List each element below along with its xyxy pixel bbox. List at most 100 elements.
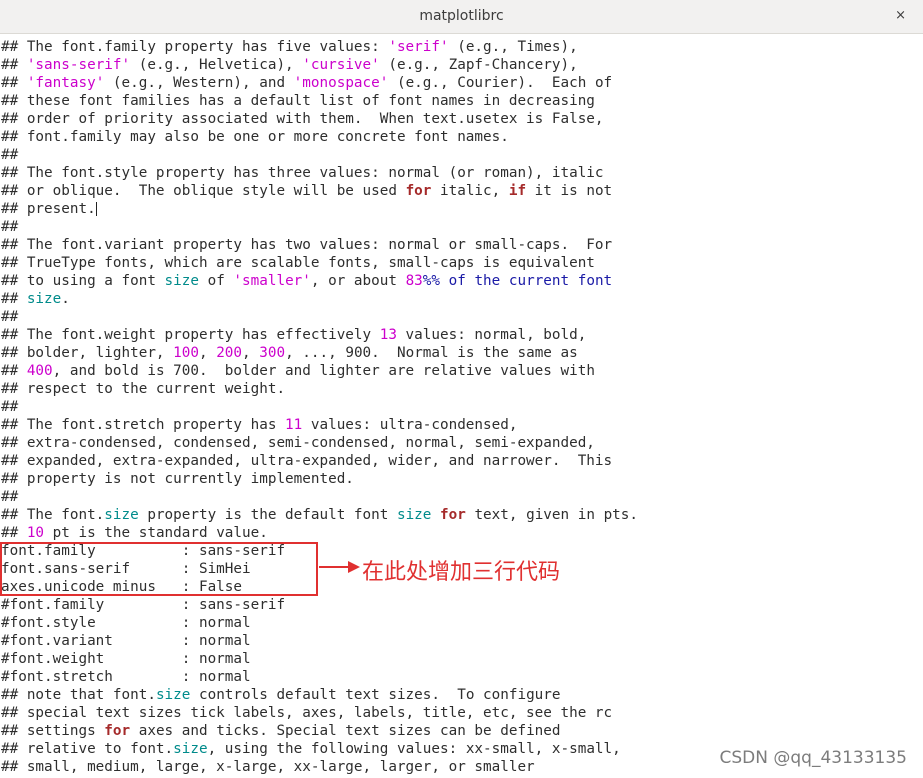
code-token: 83 <box>405 273 423 289</box>
code-token: ## respect to the current weight. <box>1 381 286 397</box>
code-line: #font.family : sans-serif <box>1 596 921 614</box>
code-line: ## The font.family property has five val… <box>1 38 921 56</box>
code-token: ## <box>1 57 27 73</box>
code-line: #font.style : normal <box>1 614 921 632</box>
code-token: (e.g., Times), <box>448 39 578 55</box>
code-token: ## <box>1 399 19 415</box>
code-token: #font.style : normal <box>1 615 251 631</box>
code-line: ## The font.weight property has effectiv… <box>1 326 921 344</box>
code-line: ## <box>1 308 921 326</box>
code-token: (e.g., Western), and <box>104 75 294 91</box>
code-token: #font.stretch : normal <box>1 669 251 685</box>
code-line: ## note that font.size controls default … <box>1 686 921 704</box>
code-token: ## to using a font <box>1 273 165 289</box>
code-token: italic, <box>431 183 509 199</box>
code-line: ## TrueType fonts, which are scalable fo… <box>1 254 921 272</box>
code-line: ## 'fantasy' (e.g., Western), and 'monos… <box>1 74 921 92</box>
code-token: ## <box>1 489 19 505</box>
code-token: %% of the current font <box>422 273 613 289</box>
code-line: ## or oblique. The oblique style will be… <box>1 182 921 200</box>
annotation-text: 在此处增加三行代码 <box>362 560 561 585</box>
code-token: ## or oblique. The oblique style will be… <box>1 183 406 199</box>
code-token: ## expanded, extra-expanded, ultra-expan… <box>1 453 613 469</box>
code-token: , and bold is 700. bolder and lighter ar… <box>52 363 595 379</box>
code-token: ## <box>1 525 27 541</box>
code-line: ## The font.stretch property has 11 valu… <box>1 416 921 434</box>
code-token: 11 <box>285 417 303 433</box>
code-line: ## settings for axes and ticks. Special … <box>1 722 921 740</box>
code-token: axes and ticks. Special text sizes can b… <box>130 723 561 739</box>
code-line: ## font.family may also be one or more c… <box>1 128 921 146</box>
close-icon[interactable]: × <box>895 8 906 23</box>
code-token: of <box>198 273 234 289</box>
code-line: ## extra-condensed, condensed, semi-cond… <box>1 434 921 452</box>
code-token: ## special text sizes tick labels, axes,… <box>1 705 613 721</box>
code-token: 'serif' <box>388 39 449 55</box>
code-token: for <box>440 507 466 523</box>
code-token: ## The font.family property has five val… <box>1 39 389 55</box>
code-token: 200 <box>216 345 243 361</box>
code-token: ## font.family may also be one or more c… <box>1 129 509 145</box>
code-token: property is the default font <box>138 507 397 523</box>
code-token: for <box>405 183 432 199</box>
code-token: ## present. <box>1 201 96 217</box>
code-line: ## The font.style property has three val… <box>1 164 921 182</box>
code-token: values: ultra-condensed, <box>302 417 518 433</box>
code-token: 'monospace' <box>293 75 389 91</box>
code-line: ## order of priority associated with the… <box>1 110 921 128</box>
code-token: ## bolder, lighter, <box>1 345 174 361</box>
code-token: size <box>173 741 208 757</box>
code-token: ## <box>1 75 27 91</box>
code-token: ## order of priority associated with the… <box>1 111 604 127</box>
code-token: size <box>164 273 199 289</box>
watermark: CSDN @qq_43133135 <box>719 748 907 768</box>
code-token: 'smaller' <box>233 273 311 289</box>
code-token: for <box>104 723 131 739</box>
code-token: (e.g., Courier). Each of <box>388 75 613 91</box>
code-token: , using the following values: xx-small, … <box>207 741 621 757</box>
code-token: size <box>104 507 139 523</box>
code-line: ## <box>1 218 921 236</box>
code-token: ## property is not currently implemented… <box>1 471 354 487</box>
code-token: ## The font.stretch property has <box>1 417 286 433</box>
code-line: ## present. <box>1 200 921 218</box>
code-token: 10 <box>26 525 45 541</box>
code-token: text, given in pts. <box>465 507 638 523</box>
code-line: ## <box>1 146 921 164</box>
title-bar: matplotlibrc × <box>0 0 923 34</box>
code-token: #font.weight : normal <box>1 651 251 667</box>
code-token: ## The font.style property has three val… <box>1 165 604 181</box>
code-token: , <box>242 345 260 361</box>
code-token: ## The font.variant property has two val… <box>1 237 613 253</box>
code-token: . <box>61 291 70 307</box>
code-line: ## respect to the current weight. <box>1 380 921 398</box>
code-token: ## <box>1 309 19 325</box>
code-token: 300 <box>259 345 286 361</box>
code-token: #font.family : sans-serif <box>1 597 286 613</box>
code-line: ## The font.variant property has two val… <box>1 236 921 254</box>
code-token: ## these font families has a default lis… <box>1 93 595 109</box>
code-line: ## The font.size property is the default… <box>1 506 921 524</box>
code-token: 'sans-serif' <box>26 57 131 73</box>
code-token: (e.g., Zapf-Chancery), <box>379 57 578 73</box>
code-token: ## note that font. <box>1 687 156 703</box>
highlight-box <box>0 542 318 596</box>
code-line: ## property is not currently implemented… <box>1 470 921 488</box>
code-line: ## 400, and bold is 700. bolder and ligh… <box>1 362 921 380</box>
code-token: ## small, medium, large, x-large, xx-lar… <box>1 759 535 775</box>
code-line: ## <box>1 398 921 416</box>
code-line: ## these font families has a default lis… <box>1 92 921 110</box>
code-token: 13 <box>379 327 397 343</box>
code-token: 'cursive' <box>302 57 380 73</box>
code-token: size <box>26 291 62 307</box>
code-token: ## <box>1 147 19 163</box>
code-token: size <box>155 687 191 703</box>
text-cursor <box>95 202 97 216</box>
text-editor[interactable]: ## The font.family property has five val… <box>1 38 921 776</box>
code-token: ## relative to font. <box>1 741 174 757</box>
code-token: ## The font.weight property has effectiv… <box>1 327 380 343</box>
code-line: ## bolder, lighter, 100, 200, 300, ..., … <box>1 344 921 362</box>
code-token: ## <box>1 363 27 379</box>
code-line: ## size. <box>1 290 921 308</box>
